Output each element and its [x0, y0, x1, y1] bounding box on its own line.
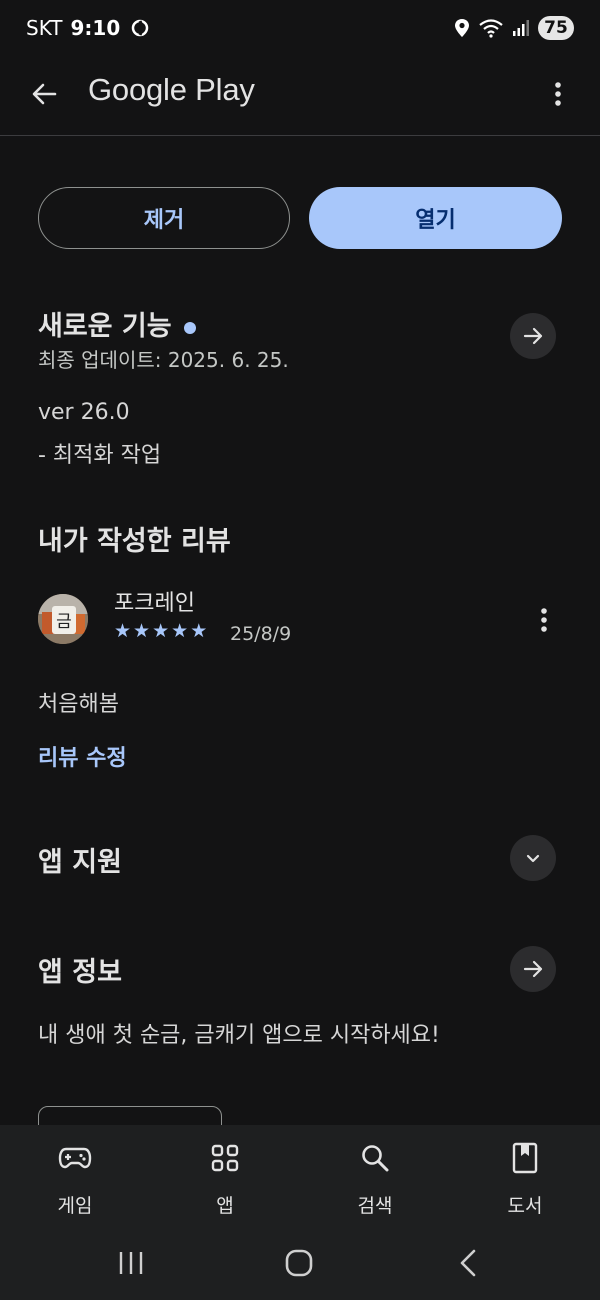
star-icon: ★: [133, 620, 151, 642]
review-date: 25/8/9: [230, 623, 292, 645]
whats-new-arrow-button[interactable]: [510, 313, 556, 359]
open-button[interactable]: 열기: [309, 187, 562, 249]
star-icon: ★: [190, 620, 208, 642]
nav-label-games: 게임: [57, 1195, 93, 1217]
carrier-label: SKT: [26, 16, 63, 40]
apps-grid-icon: [211, 1141, 239, 1175]
star-icon: ★: [171, 620, 189, 642]
status-left: SKT 9:10: [26, 16, 150, 40]
search-icon: [360, 1141, 390, 1175]
nav-label-apps: 앱: [216, 1195, 234, 1217]
arrow-right-icon: [523, 960, 543, 978]
clock: 9:10: [70, 16, 121, 40]
status-bar: SKT 9:10 75: [0, 0, 600, 58]
release-note-text: - 최적화 작업: [38, 443, 162, 468]
last-updated-text: 최종 업데이트: 2025. 6. 25.: [38, 348, 289, 372]
back-nav-button[interactable]: [454, 1243, 482, 1283]
home-icon: [285, 1249, 313, 1277]
chevron-down-icon: [526, 854, 540, 863]
nav-item-search[interactable]: 검색: [335, 1141, 415, 1218]
battery-indicator: 75: [538, 16, 574, 40]
about-app-arrow-button[interactable]: [510, 946, 556, 992]
app-support-title[interactable]: 앱 지원: [38, 840, 122, 879]
app-support-expand-button[interactable]: [510, 835, 556, 881]
overflow-menu-button[interactable]: [546, 76, 570, 112]
review-text: 처음해봄: [38, 692, 119, 717]
nav-label-search: 검색: [357, 1195, 393, 1217]
book-icon: [512, 1141, 538, 1175]
edit-review-link[interactable]: 리뷰 수정: [38, 740, 127, 772]
wifi-icon: [479, 19, 503, 38]
svg-text:금: 금: [56, 612, 72, 632]
my-review-title: 내가 작성한 리뷰: [38, 526, 231, 557]
signal-icon: [513, 20, 529, 36]
more-vert-icon: [555, 82, 561, 106]
nav-label-books: 도서: [507, 1195, 543, 1217]
whats-new-section-title[interactable]: 새로운 기능: [38, 304, 196, 343]
avatar: 금: [38, 594, 88, 644]
star-rating: ★ ★ ★ ★ ★: [114, 620, 209, 642]
new-indicator-dot: [183, 321, 196, 334]
recents-icon: [119, 1252, 143, 1274]
uninstall-button[interactable]: 제거: [38, 187, 290, 249]
avatar-image: 금: [38, 594, 88, 644]
arrow-left-icon: [32, 83, 57, 105]
about-app-description: 내 생애 첫 순금, 금캐기 앱으로 시작하세요!: [38, 1023, 440, 1048]
app-bar: Google Play: [0, 58, 600, 136]
review-overflow-button[interactable]: [532, 602, 556, 638]
recents-button[interactable]: [116, 1243, 146, 1283]
about-app-title[interactable]: 앱 정보: [38, 950, 122, 989]
nav-item-games[interactable]: 게임: [35, 1141, 115, 1218]
system-navigation-bar: [0, 1235, 600, 1300]
whats-new-title: 새로운 기능: [38, 311, 172, 342]
star-icon: ★: [152, 620, 170, 642]
location-icon: [455, 19, 469, 37]
reviewer-name: 포크레인: [114, 591, 195, 616]
nav-item-apps[interactable]: 앱: [185, 1141, 265, 1218]
arrow-right-icon: [523, 327, 543, 345]
gamepad-icon: [58, 1141, 92, 1175]
app-title: Google Play: [88, 72, 255, 107]
home-button[interactable]: [283, 1243, 315, 1283]
bottom-navigation: 게임 앱 검색 도서: [0, 1125, 600, 1235]
nav-item-books[interactable]: 도서: [485, 1141, 565, 1218]
star-icon: ★: [114, 620, 132, 642]
sync-icon: [131, 19, 149, 37]
status-right: 75: [454, 16, 574, 40]
back-button[interactable]: [26, 76, 62, 112]
chevron-left-icon: [460, 1249, 476, 1277]
more-vert-icon: [541, 608, 547, 632]
version-text: ver 26.0: [38, 400, 130, 425]
